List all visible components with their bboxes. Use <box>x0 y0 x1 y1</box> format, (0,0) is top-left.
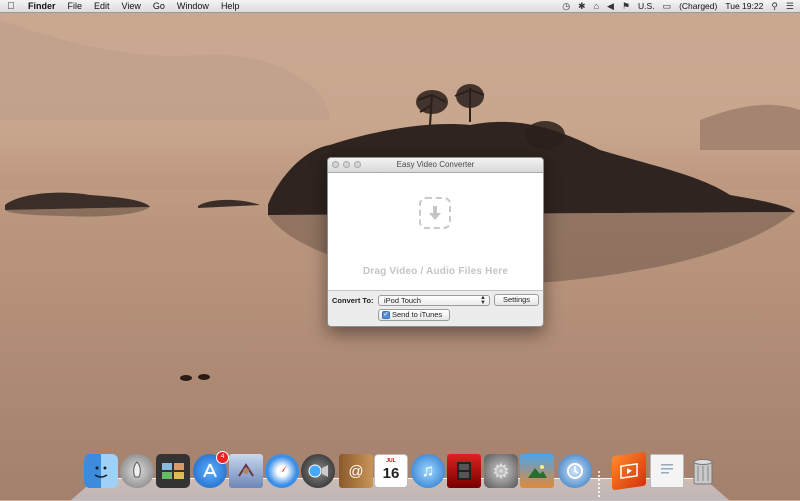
document-icon[interactable] <box>650 454 684 488</box>
facetime-icon[interactable] <box>301 454 335 488</box>
spotlight-icon[interactable]: ⚲ <box>771 1 778 12</box>
calendar-day: 16 <box>382 465 400 482</box>
system-preferences-icon[interactable]: ⚙ <box>484 454 518 488</box>
menu-file[interactable]: File <box>62 0 89 12</box>
updown-arrows-icon: ▲ ▼ <box>480 295 486 306</box>
menu-window[interactable]: Window <box>171 0 215 12</box>
launchpad-icon[interactable] <box>120 454 154 488</box>
notification-center-icon[interactable]: ☰ <box>786 1 794 12</box>
time-machine-status-icon[interactable]: ◷ <box>562 1 570 12</box>
iphoto-icon[interactable] <box>520 454 554 488</box>
app-store-icon[interactable]: 4 <box>193 451 229 488</box>
send-to-itunes-toggle[interactable]: ✓ Send to iTunes <box>378 309 450 321</box>
menu-go[interactable]: Go <box>147 0 171 12</box>
close-button[interactable] <box>332 161 339 168</box>
format-select[interactable]: iPod Touch ▲ ▼ <box>378 295 490 306</box>
window-controls <box>332 161 361 168</box>
converter-controls: Convert To: iPod Touch ▲ ▼ Settings ✓ Sen… <box>328 291 543 326</box>
mail-icon[interactable] <box>229 454 263 488</box>
clock[interactable]: Tue 19:22 <box>725 1 763 11</box>
menu-app-name[interactable]: Finder <box>22 0 62 12</box>
menu-help[interactable]: Help <box>215 0 246 12</box>
safari-icon[interactable] <box>265 454 299 488</box>
trash-icon[interactable] <box>686 454 720 488</box>
menu-extras: ◷ ✱ ⌂ ◀ ⚑ U.S. ▭ (Charged) Tue 19:22 ⚲ ☰ <box>562 1 800 12</box>
download-arrow-icon <box>419 197 451 229</box>
volume-icon[interactable]: ◀ <box>607 1 614 12</box>
menu-view[interactable]: View <box>116 0 147 12</box>
format-select-value: iPod Touch <box>384 296 421 305</box>
window-titlebar[interactable]: Easy Video Converter <box>328 158 543 173</box>
flag-icon[interactable]: ⚑ <box>622 1 630 12</box>
time-machine-icon[interactable] <box>558 454 592 488</box>
easy-video-converter-window: Easy Video Converter Drag Video / Audio … <box>327 157 544 327</box>
menu-edit[interactable]: Edit <box>88 0 116 12</box>
minimize-button[interactable] <box>343 161 350 168</box>
zoom-button[interactable] <box>354 161 361 168</box>
calendar-month: JUL <box>386 458 396 464</box>
calendar-icon[interactable]: JUL 16 <box>374 454 408 488</box>
send-to-itunes-label: Send to iTunes <box>392 310 443 319</box>
itunes-icon[interactable]: ♫ <box>411 454 445 488</box>
contacts-icon[interactable]: @ <box>339 454 373 488</box>
apple-menu-icon[interactable]:  <box>0 1 22 12</box>
drop-hint-text: Drag Video / Audio Files Here <box>362 266 509 277</box>
video-converter-icon[interactable] <box>612 451 646 491</box>
app-store-badge: 4 <box>216 451 229 464</box>
convert-to-label: Convert To: <box>332 296 374 305</box>
finder-icon[interactable] <box>84 454 118 488</box>
send-to-itunes-checkbox[interactable]: ✓ <box>382 311 390 319</box>
input-source-label[interactable]: U.S. <box>638 1 655 11</box>
bluetooth-icon[interactable]: ✱ <box>578 1 586 12</box>
mission-control-icon[interactable] <box>156 454 190 488</box>
menu-bar:  Finder File Edit View Go Window Help ◷… <box>0 0 800 13</box>
drop-zone[interactable]: Drag Video / Audio Files Here <box>328 173 543 291</box>
settings-button[interactable]: Settings <box>494 294 539 306</box>
photo-booth-icon[interactable] <box>447 454 481 488</box>
wifi-icon[interactable]: ⌂ <box>594 1 599 11</box>
battery-status[interactable]: (Charged) <box>679 1 717 11</box>
battery-icon[interactable]: ▭ <box>663 1 672 12</box>
dock-separator <box>598 471 600 497</box>
